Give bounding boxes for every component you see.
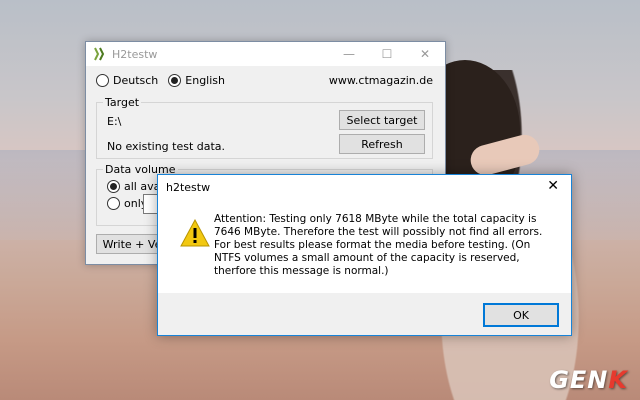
minimize-button[interactable]: — bbox=[331, 42, 367, 66]
warning-icon bbox=[180, 219, 210, 247]
dialog-close-icon[interactable]: ✕ bbox=[547, 178, 559, 194]
target-group: Target E:\ No existing test data. Select… bbox=[96, 96, 433, 159]
target-status: No existing test data. bbox=[107, 140, 226, 153]
radio-only[interactable] bbox=[107, 197, 120, 210]
dialog-message: Attention: Testing only 7618 MByte while… bbox=[214, 213, 543, 277]
titlebar: H2testw — ☐ ✕ bbox=[86, 42, 445, 66]
window-title: H2testw bbox=[112, 47, 158, 61]
radio-english-label: English bbox=[185, 74, 226, 87]
dialog-footer: OK bbox=[158, 293, 571, 335]
watermark-prefix: GEN bbox=[549, 366, 609, 394]
watermark-suffix: K bbox=[608, 366, 628, 394]
radio-deutsch[interactable] bbox=[96, 74, 109, 87]
app-icon bbox=[94, 47, 105, 61]
language-selector: Deutsch English bbox=[96, 74, 225, 87]
refresh-button[interactable]: Refresh bbox=[339, 134, 425, 154]
select-target-button[interactable]: Select target bbox=[339, 110, 425, 130]
maximize-button[interactable]: ☐ bbox=[369, 42, 405, 66]
warning-dialog: h2testw ✕ Attention: Testing only 7618 M… bbox=[157, 174, 572, 336]
radio-all-available[interactable] bbox=[107, 180, 120, 193]
dialog-title: h2testw bbox=[166, 181, 211, 194]
genk-watermark: GENK bbox=[549, 366, 628, 394]
close-button[interactable]: ✕ bbox=[407, 42, 443, 66]
option-only-row: only bbox=[107, 197, 147, 210]
radio-deutsch-label: Deutsch bbox=[113, 74, 159, 87]
target-legend: Target bbox=[103, 96, 142, 109]
url-link[interactable]: www.ctmagazin.de bbox=[329, 74, 433, 87]
ok-button[interactable]: OK bbox=[483, 303, 559, 327]
target-path: E:\ bbox=[107, 115, 122, 128]
radio-english[interactable] bbox=[168, 74, 182, 87]
